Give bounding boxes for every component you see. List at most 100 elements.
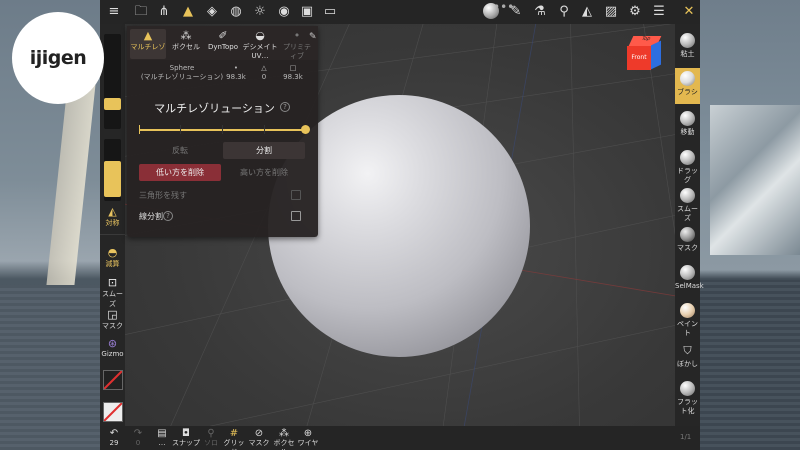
linear-subdivision-checkbox[interactable] [291, 211, 301, 221]
keep-triangles-label: 三角形を残す [139, 191, 187, 200]
brush-icon[interactable]: ✎ [508, 4, 524, 20]
undo-button[interactable]: ↶ 29 [106, 428, 122, 448]
tab-decimate[interactable]: ◒ デシメイトUV… [240, 29, 280, 60]
tool-mask-label: マスク [677, 244, 698, 252]
menu-icon[interactable]: ≡ [106, 4, 122, 20]
triangle-icon: △ [261, 64, 267, 72]
tool-selmask[interactable]: SelMask [675, 262, 704, 294]
layers-icon[interactable]: ◈ [204, 4, 220, 20]
view-cube-side[interactable] [651, 40, 661, 70]
subtract-toggle[interactable]: ◓ 減算 [100, 246, 125, 269]
right-sidebar: 粘土 ブラシ 移動 ドラッグ スムーズ マスク SelMask ペイント ⛉ ぼか… [675, 24, 704, 426]
logo-text: ijigen [29, 47, 87, 69]
resolution-slider[interactable] [139, 129, 307, 131]
file-button[interactable]: ▤… [152, 428, 172, 448]
solo-label: ソロ [204, 439, 218, 447]
grid-label: グリッド [223, 439, 245, 450]
wireframe-button[interactable]: ⊕ワイヤー [295, 428, 321, 450]
material-icon[interactable]: ◉ [276, 4, 292, 20]
symmetry-toggle[interactable]: ◭ 対称 [100, 205, 125, 228]
pin-icon[interactable]: ✎ [309, 32, 317, 42]
voxel-button[interactable]: ⁂ボクセル [271, 428, 297, 450]
tool-paint[interactable]: ペイント [675, 300, 700, 337]
tool-clay-label: 粘土 [680, 50, 695, 58]
tools-icon[interactable]: ✕ [681, 4, 697, 20]
voxel-icon: ⁂ [279, 428, 289, 439]
mask-visibility-button[interactable]: ⊘ マスク [247, 428, 271, 448]
triangle-count: △ 0 [253, 64, 275, 82]
view-cube[interactable]: Top Front [627, 36, 663, 72]
gizmo-label: Gizmo [101, 350, 124, 358]
list-icon[interactable]: ☰ [651, 4, 667, 20]
multiresolution-panel: ▲ マルチレゾ ⁂ ボクセル ✐ DynTopo ◒ デシメイトUV… • プリミティブ … [127, 26, 318, 237]
image-icon[interactable]: ▣ [299, 4, 315, 20]
view-cube-front[interactable]: Front [627, 46, 651, 70]
tool-flatten-label: フラット化 [677, 398, 698, 415]
brush-ball-icon [680, 71, 695, 86]
color-swatch-primary[interactable] [103, 370, 123, 390]
linear-subdivision-label: 線分割 [139, 212, 163, 221]
radius-slider[interactable] [104, 34, 121, 129]
color-swatch-secondary[interactable] [103, 402, 123, 422]
grid-icon: # [229, 428, 239, 439]
reverse-button[interactable]: 反転 [139, 142, 221, 159]
panel-tabs: ▲ マルチレゾ ⁂ ボクセル ✐ DynTopo ◒ デシメイトUV… • プリミティブ [127, 26, 318, 60]
voxel-label: ボクセル [273, 439, 295, 450]
paint-icon[interactable]: ⚲ [556, 4, 572, 20]
folder-icon[interactable]: 🗀 [133, 4, 149, 20]
linear-help-icon[interactable]: ? [163, 211, 173, 221]
delete-higher-button[interactable]: 高い方を削除 [223, 164, 305, 181]
tool-smooth[interactable]: スムーズ [675, 185, 700, 222]
snapshot-button[interactable]: ◘ スナップ [172, 428, 200, 448]
symmetry-label: 対称 [105, 219, 120, 227]
tool-move[interactable]: 移動 [675, 108, 700, 140]
tool-drag-label: ドラッグ [677, 167, 698, 184]
settings-icon[interactable]: ⚙ [627, 4, 643, 20]
radius-slider-handle[interactable] [104, 98, 121, 110]
gizmo-toggle[interactable]: ⊛ Gizmo [100, 337, 125, 358]
sun-icon[interactable]: ☼ [252, 4, 268, 20]
tab-voxel[interactable]: ⁂ ボクセル [168, 29, 204, 59]
tool-selmask-label: SelMask [675, 282, 704, 290]
subdivide-button[interactable]: 分割 [223, 142, 305, 159]
tool-clay[interactable]: 粘土 [675, 30, 700, 62]
search-icon: ⚲ [207, 428, 215, 439]
keep-triangles-checkbox[interactable] [291, 190, 301, 200]
slider-tick [180, 125, 181, 134]
topology-icon[interactable]: ▲ [180, 4, 196, 20]
globe-icon[interactable]: ◍ [228, 4, 244, 20]
solo-button[interactable]: ⚲ ソロ [201, 428, 221, 448]
matcap-icon[interactable] [483, 3, 499, 19]
vertex-icon: • [233, 64, 239, 72]
help-icon[interactable]: ? [280, 102, 290, 112]
mask-toggle[interactable]: ◲ マスク [100, 308, 125, 331]
tab-multires[interactable]: ▲ マルチレゾ [130, 29, 166, 59]
vertex-count: • 98.3k [225, 64, 247, 82]
tool-smooth-label: スムーズ [677, 205, 698, 222]
tool-blur-label: ぼかし [677, 360, 698, 368]
grid-button[interactable]: #グリッド [221, 428, 247, 450]
intensity-slider-fill[interactable] [104, 161, 121, 197]
redo-button[interactable]: ↷ 0 [130, 428, 146, 448]
smooth-toggle[interactable]: ⊡ スムーズ [100, 276, 125, 309]
top-toolbar: ≡ 🗀 ⋔ ▲ ◈ ◍ ☼ ◉ ▣ ▭ ••• ✎ ⚗ ⚲ ◭ ▨ ⚙ ☰ ✕ [100, 0, 700, 24]
background-window [710, 105, 800, 255]
picker-icon[interactable]: ⚗ [532, 4, 548, 20]
picture-icon[interactable]: ▨ [603, 4, 619, 20]
tool-flatten[interactable]: フラット化 [675, 378, 700, 418]
triangle-value: 0 [261, 73, 267, 81]
tool-brush[interactable]: ブラシ [675, 68, 700, 104]
symmetry-icon[interactable]: ◭ [579, 4, 595, 20]
clay-icon [680, 33, 695, 48]
scene-icon[interactable]: ⋔ [156, 4, 172, 20]
resolution-slider-knob[interactable] [301, 125, 310, 134]
delete-lower-button[interactable]: 低い方を削除 [139, 164, 221, 181]
tool-blur[interactable]: ⛉ ぼかし [675, 340, 700, 372]
slider-tick [222, 125, 223, 134]
drag-icon [680, 150, 695, 165]
video-icon[interactable]: ▭ [322, 4, 338, 20]
tool-mask[interactable]: マスク [675, 224, 700, 256]
undo-icon: ↶ [109, 428, 119, 439]
tool-drag[interactable]: ドラッグ [675, 147, 700, 184]
tab-dyntopo[interactable]: ✐ DynTopo [206, 29, 240, 59]
